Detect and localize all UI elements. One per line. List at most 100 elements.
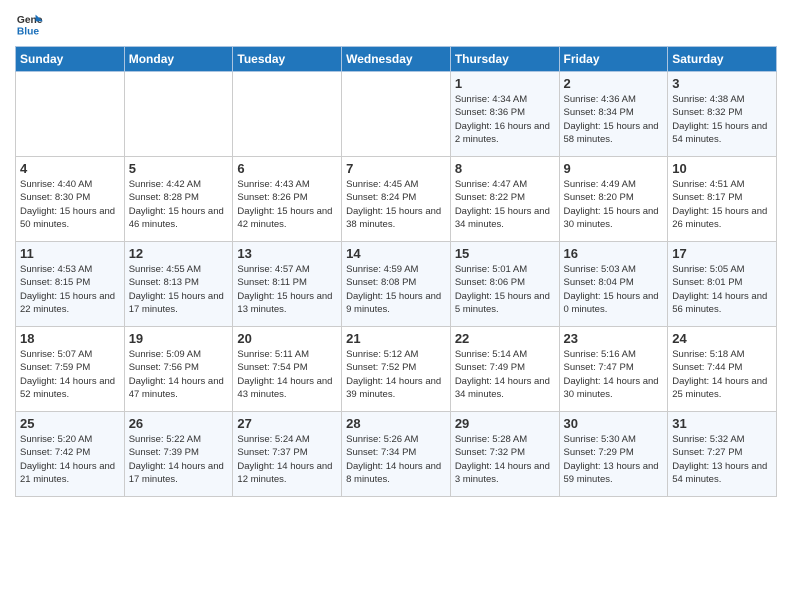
day-number: 30 bbox=[564, 416, 664, 431]
day-cell: 24 Sunrise: 5:18 AM Sunset: 7:44 PM Dayli… bbox=[668, 327, 777, 412]
week-row-3: 11 Sunrise: 4:53 AM Sunset: 8:15 PM Dayli… bbox=[16, 242, 777, 327]
page-header: General Blue bbox=[15, 10, 777, 38]
day-info: Sunrise: 5:18 AM Sunset: 7:44 PM Dayligh… bbox=[672, 348, 772, 401]
day-cell: 17Sunrise: 5:05 AM Sunset: 8:01 PM Dayli… bbox=[668, 242, 777, 327]
day-cell: 5 Sunrise: 4:42 AM Sunset: 8:28 PM Daylig… bbox=[124, 157, 233, 242]
day-info: Sunrise: 4:42 AM Sunset: 8:28 PM Dayligh… bbox=[129, 178, 229, 231]
calendar-table: SundayMondayTuesdayWednesdayThursdayFrid… bbox=[15, 46, 777, 497]
day-cell: 4 Sunrise: 4:40 AM Sunset: 8:30 PM Daylig… bbox=[16, 157, 125, 242]
day-number: 16 bbox=[564, 246, 664, 261]
day-cell: 31 Sunrise: 5:32 AM Sunset: 7:27 PM Dayli… bbox=[668, 412, 777, 497]
day-cell: 2Sunrise: 4:36 AM Sunset: 8:34 PM Daylig… bbox=[559, 72, 668, 157]
day-number: 20 bbox=[237, 331, 337, 346]
day-cell: 26 Sunrise: 5:22 AM Sunset: 7:39 PM Dayli… bbox=[124, 412, 233, 497]
day-info: Sunrise: 5:14 AM Sunset: 7:49 PM Dayligh… bbox=[455, 348, 555, 401]
day-info: Sunrise: 5:12 AM Sunset: 7:52 PM Dayligh… bbox=[346, 348, 446, 401]
day-info: Sunrise: 4:43 AM Sunset: 8:26 PM Dayligh… bbox=[237, 178, 337, 231]
day-info: Sunrise: 5:20 AM Sunset: 7:42 PM Dayligh… bbox=[20, 433, 120, 486]
day-cell bbox=[233, 72, 342, 157]
day-cell bbox=[124, 72, 233, 157]
day-number: 11 bbox=[20, 246, 120, 261]
day-number: 18 bbox=[20, 331, 120, 346]
day-number: 13 bbox=[237, 246, 337, 261]
day-number: 26 bbox=[129, 416, 229, 431]
day-number: 28 bbox=[346, 416, 446, 431]
weekday-header-saturday: Saturday bbox=[668, 47, 777, 72]
day-info: Sunrise: 4:40 AM Sunset: 8:30 PM Dayligh… bbox=[20, 178, 120, 231]
day-cell: 28 Sunrise: 5:26 AM Sunset: 7:34 PM Dayli… bbox=[342, 412, 451, 497]
day-number: 25 bbox=[20, 416, 120, 431]
day-number: 4 bbox=[20, 161, 120, 176]
day-info: Sunrise: 5:11 AM Sunset: 7:54 PM Dayligh… bbox=[237, 348, 337, 401]
day-cell: 22 Sunrise: 5:14 AM Sunset: 7:49 PM Dayli… bbox=[450, 327, 559, 412]
logo-icon: General Blue bbox=[15, 10, 43, 38]
weekday-header-sunday: Sunday bbox=[16, 47, 125, 72]
day-cell: 27Sunrise: 5:24 AM Sunset: 7:37 PM Dayli… bbox=[233, 412, 342, 497]
day-info: Sunrise: 5:30 AM Sunset: 7:29 PM Dayligh… bbox=[564, 433, 664, 486]
week-row-4: 18 Sunrise: 5:07 AM Sunset: 7:59 PM Dayli… bbox=[16, 327, 777, 412]
day-cell: 18 Sunrise: 5:07 AM Sunset: 7:59 PM Dayli… bbox=[16, 327, 125, 412]
weekday-header-friday: Friday bbox=[559, 47, 668, 72]
day-number: 6 bbox=[237, 161, 337, 176]
day-cell: 30 Sunrise: 5:30 AM Sunset: 7:29 PM Dayli… bbox=[559, 412, 668, 497]
day-cell: 21 Sunrise: 5:12 AM Sunset: 7:52 PM Dayli… bbox=[342, 327, 451, 412]
day-number: 15 bbox=[455, 246, 555, 261]
day-cell bbox=[16, 72, 125, 157]
day-info: Sunrise: 4:53 AM Sunset: 8:15 PM Dayligh… bbox=[20, 263, 120, 316]
day-cell: 7 Sunrise: 4:45 AM Sunset: 8:24 PM Daylig… bbox=[342, 157, 451, 242]
day-number: 9 bbox=[564, 161, 664, 176]
week-row-2: 4 Sunrise: 4:40 AM Sunset: 8:30 PM Daylig… bbox=[16, 157, 777, 242]
day-cell: 16Sunrise: 5:03 AM Sunset: 8:04 PM Dayli… bbox=[559, 242, 668, 327]
day-info: Sunrise: 5:07 AM Sunset: 7:59 PM Dayligh… bbox=[20, 348, 120, 401]
day-info: Sunrise: 4:57 AM Sunset: 8:11 PM Dayligh… bbox=[237, 263, 337, 316]
day-info: Sunrise: 4:45 AM Sunset: 8:24 PM Dayligh… bbox=[346, 178, 446, 231]
day-cell: 11 Sunrise: 4:53 AM Sunset: 8:15 PM Dayli… bbox=[16, 242, 125, 327]
day-info: Sunrise: 5:09 AM Sunset: 7:56 PM Dayligh… bbox=[129, 348, 229, 401]
day-cell: 13 Sunrise: 4:57 AM Sunset: 8:11 PM Dayli… bbox=[233, 242, 342, 327]
day-info: Sunrise: 4:51 AM Sunset: 8:17 PM Dayligh… bbox=[672, 178, 772, 231]
day-number: 8 bbox=[455, 161, 555, 176]
day-info: Sunrise: 5:01 AM Sunset: 8:06 PM Dayligh… bbox=[455, 263, 555, 316]
day-number: 14 bbox=[346, 246, 446, 261]
day-info: Sunrise: 5:22 AM Sunset: 7:39 PM Dayligh… bbox=[129, 433, 229, 486]
day-cell: 15 Sunrise: 5:01 AM Sunset: 8:06 PM Dayli… bbox=[450, 242, 559, 327]
weekday-header-wednesday: Wednesday bbox=[342, 47, 451, 72]
day-info: Sunrise: 5:28 AM Sunset: 7:32 PM Dayligh… bbox=[455, 433, 555, 486]
day-info: Sunrise: 5:26 AM Sunset: 7:34 PM Dayligh… bbox=[346, 433, 446, 486]
day-number: 22 bbox=[455, 331, 555, 346]
day-cell: 19 Sunrise: 5:09 AM Sunset: 7:56 PM Dayli… bbox=[124, 327, 233, 412]
weekday-header-monday: Monday bbox=[124, 47, 233, 72]
weekday-header-row: SundayMondayTuesdayWednesdayThursdayFrid… bbox=[16, 47, 777, 72]
day-cell: 8Sunrise: 4:47 AM Sunset: 8:22 PM Daylig… bbox=[450, 157, 559, 242]
day-info: Sunrise: 5:24 AM Sunset: 7:37 PM Dayligh… bbox=[237, 433, 337, 486]
day-info: Sunrise: 4:49 AM Sunset: 8:20 PM Dayligh… bbox=[564, 178, 664, 231]
day-number: 21 bbox=[346, 331, 446, 346]
day-cell: 1Sunrise: 4:34 AM Sunset: 8:36 PM Daylig… bbox=[450, 72, 559, 157]
day-number: 3 bbox=[672, 76, 772, 91]
weekday-header-tuesday: Tuesday bbox=[233, 47, 342, 72]
day-number: 24 bbox=[672, 331, 772, 346]
day-cell: 23Sunrise: 5:16 AM Sunset: 7:47 PM Dayli… bbox=[559, 327, 668, 412]
day-number: 19 bbox=[129, 331, 229, 346]
day-info: Sunrise: 4:34 AM Sunset: 8:36 PM Dayligh… bbox=[455, 93, 555, 146]
day-number: 29 bbox=[455, 416, 555, 431]
day-info: Sunrise: 5:32 AM Sunset: 7:27 PM Dayligh… bbox=[672, 433, 772, 486]
day-number: 10 bbox=[672, 161, 772, 176]
day-cell: 10 Sunrise: 4:51 AM Sunset: 8:17 PM Dayli… bbox=[668, 157, 777, 242]
day-cell: 29 Sunrise: 5:28 AM Sunset: 7:32 PM Dayli… bbox=[450, 412, 559, 497]
day-cell: 6 Sunrise: 4:43 AM Sunset: 8:26 PM Daylig… bbox=[233, 157, 342, 242]
day-info: Sunrise: 5:05 AM Sunset: 8:01 PM Dayligh… bbox=[672, 263, 772, 316]
day-number: 5 bbox=[129, 161, 229, 176]
day-number: 12 bbox=[129, 246, 229, 261]
weekday-header-thursday: Thursday bbox=[450, 47, 559, 72]
day-number: 2 bbox=[564, 76, 664, 91]
day-info: Sunrise: 4:38 AM Sunset: 8:32 PM Dayligh… bbox=[672, 93, 772, 146]
day-info: Sunrise: 4:59 AM Sunset: 8:08 PM Dayligh… bbox=[346, 263, 446, 316]
day-cell bbox=[342, 72, 451, 157]
day-cell: 12Sunrise: 4:55 AM Sunset: 8:13 PM Dayli… bbox=[124, 242, 233, 327]
day-cell: 14 Sunrise: 4:59 AM Sunset: 8:08 PM Dayli… bbox=[342, 242, 451, 327]
day-number: 7 bbox=[346, 161, 446, 176]
logo: General Blue bbox=[15, 10, 47, 38]
svg-text:Blue: Blue bbox=[17, 26, 40, 37]
day-number: 31 bbox=[672, 416, 772, 431]
